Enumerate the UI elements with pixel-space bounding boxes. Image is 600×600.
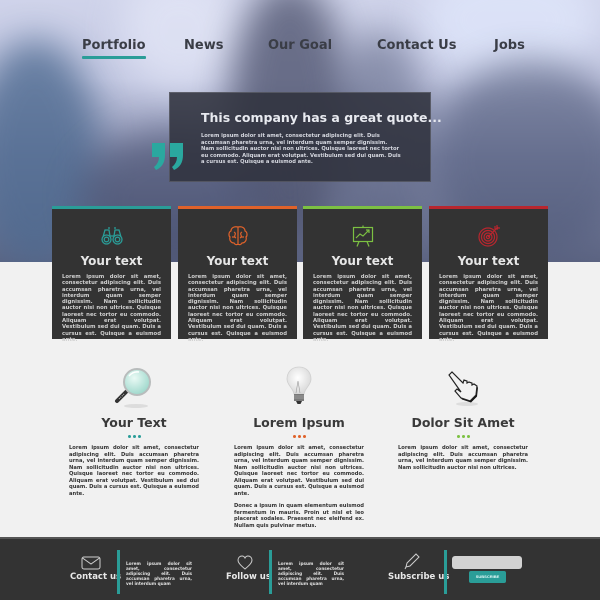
footer-follow-label[interactable]: Follow us xyxy=(226,572,271,582)
feature-body: Lorem ipsum dolor sit amet, consectetur … xyxy=(398,445,528,471)
quote-box: This company has a great quote... Lorem … xyxy=(169,92,442,182)
card-title: Your text xyxy=(457,254,520,268)
target-icon xyxy=(477,225,500,247)
subscribe-email-input[interactable] xyxy=(452,556,522,569)
presentation-chart-icon xyxy=(352,225,373,247)
feature-card: Your text Lorem ipsum dolor sit amet, co… xyxy=(52,206,171,343)
brain-icon xyxy=(227,226,248,246)
card-title: Your text xyxy=(206,254,269,268)
feature-card: Your text Lorem ipsum dolor sit amet, co… xyxy=(429,206,548,343)
feature-column: Your Text Lorem ipsum dolor sit amet, co… xyxy=(69,365,199,497)
footer-divider xyxy=(444,550,447,594)
footer-divider xyxy=(269,550,272,594)
pointer-hand-icon xyxy=(398,365,528,409)
nav-item-our-goal[interactable]: Our Goal xyxy=(268,38,332,53)
dots-divider xyxy=(69,435,199,438)
dots-divider xyxy=(398,435,528,438)
quote-body: Lorem ipsum dolor sit amet, consectetur … xyxy=(201,133,401,166)
feature-body: Lorem ipsum dolor sit amet, consectetur … xyxy=(69,445,199,497)
quote-title: This company has a great quote... xyxy=(201,110,442,125)
envelope-icon xyxy=(81,556,101,570)
nav-item-news[interactable]: News xyxy=(184,38,223,53)
card-body: Lorem ipsum dolor sit amet, consectetur … xyxy=(62,274,161,343)
footer-subscribe-label: Subscribe us xyxy=(388,572,450,582)
card-title: Your text xyxy=(80,254,143,268)
card-body: Lorem ipsum dolor sit amet, consectetur … xyxy=(188,274,287,343)
feature-column: Lorem Ipsum Lorem ipsum dolor sit amet, … xyxy=(234,365,364,529)
card-body: Lorem ipsum dolor sit amet, consectetur … xyxy=(313,274,412,343)
lightbulb-icon xyxy=(234,365,364,409)
feature-title: Dolor Sit Amet xyxy=(411,415,515,430)
footer-follow-text: Lorem ipsum dolor sit amet, consectetur … xyxy=(278,561,344,586)
main-nav: Portfolio News Our Goal Contact Us Jobs xyxy=(0,38,600,62)
nav-item-portfolio[interactable]: Portfolio xyxy=(82,38,146,59)
footer-contact-text: Lorem ipsum dolor sit amet, consectetur … xyxy=(126,561,192,586)
magnifier-icon xyxy=(69,365,199,409)
nav-item-jobs[interactable]: Jobs xyxy=(494,38,525,53)
card-body: Lorem ipsum dolor sit amet, consectetur … xyxy=(439,274,538,343)
feature-card: Your text Lorem ipsum dolor sit amet, co… xyxy=(303,206,422,343)
footer-contact-label[interactable]: Contact us xyxy=(70,572,121,582)
subscribe-button[interactable]: SUBSCRIBE xyxy=(469,571,506,583)
feature-card: Your text Lorem ipsum dolor sit amet, co… xyxy=(178,206,297,343)
pencil-icon xyxy=(404,553,420,570)
dots-divider xyxy=(234,435,364,438)
nav-item-contact-us[interactable]: Contact Us xyxy=(377,38,456,53)
quote-mark-icon xyxy=(150,118,186,182)
feature-body: Donec a ipsum in quam elementum euismod … xyxy=(234,503,364,529)
card-title: Your text xyxy=(331,254,394,268)
binoculars-icon xyxy=(100,227,123,245)
feature-title: Lorem Ipsum xyxy=(253,415,345,430)
feature-column: Dolor Sit Amet Lorem ipsum dolor sit ame… xyxy=(398,365,528,471)
feature-title: Your Text xyxy=(101,415,167,430)
heart-icon xyxy=(237,555,253,570)
feature-body: Lorem ipsum dolor sit amet, consectetur … xyxy=(234,445,364,497)
footer-divider xyxy=(117,550,120,594)
